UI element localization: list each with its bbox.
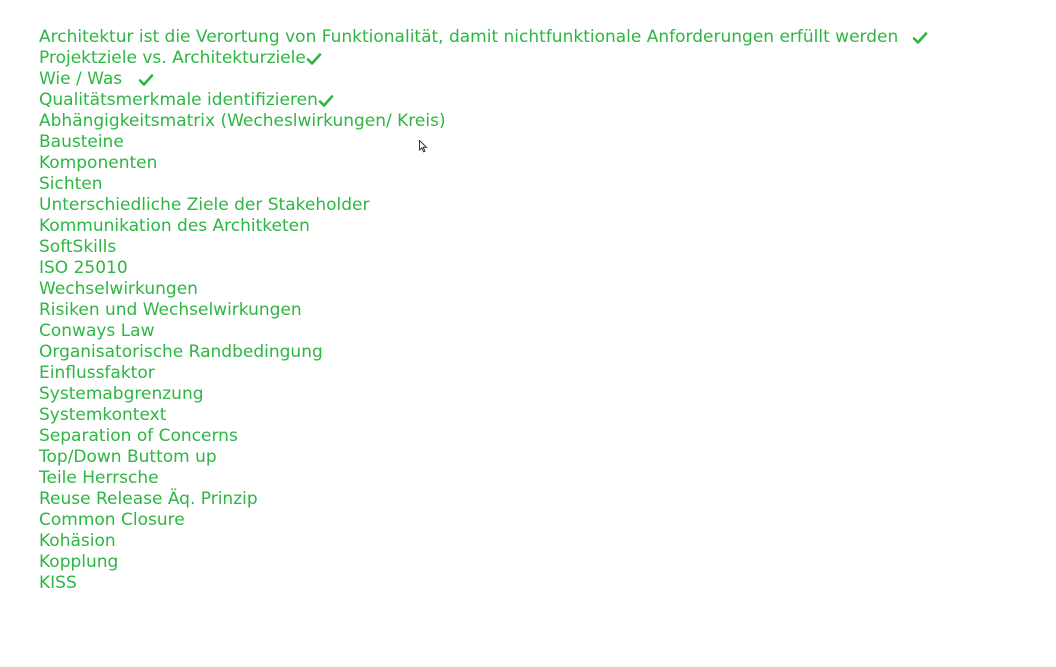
topic-item: Separation of Concerns: [39, 426, 928, 447]
topic-label: Systemkontext: [39, 405, 167, 425]
topic-item: Kopplung: [39, 552, 928, 573]
topic-item: Kommunikation des Architketen: [39, 216, 928, 237]
topic-label: KISS: [39, 573, 77, 593]
topic-item: Wechselwirkungen: [39, 279, 928, 300]
topic-label: Projektziele vs. Architekturziele: [39, 48, 306, 68]
check-icon: [138, 69, 154, 90]
topic-label: Wechselwirkungen: [39, 279, 198, 299]
topic-label: Qualitätsmerkmale identifizieren: [39, 90, 318, 110]
topic-label: Wie / Was: [39, 69, 123, 89]
topic-label: Abhängigkeitsmatrix (Wecheslwirkungen/ K…: [39, 111, 446, 131]
topic-label: Risiken und Wechselwirkungen: [39, 300, 302, 320]
topic-item: KISS: [39, 573, 928, 594]
topic-item: Bausteine: [39, 132, 928, 153]
topic-label: Conways Law: [39, 321, 155, 341]
topic-label: ISO 25010: [39, 258, 128, 278]
topic-item: Common Closure: [39, 510, 928, 531]
topic-item: Systemabgrenzung: [39, 384, 928, 405]
topic-label: Top/Down Buttom up: [39, 447, 217, 467]
topic-label: Systemabgrenzung: [39, 384, 204, 404]
check-icon: [306, 48, 322, 69]
topic-item: Teile Herrsche: [39, 468, 928, 489]
topic-item: ISO 25010: [39, 258, 928, 279]
topic-label: Komponenten: [39, 153, 158, 173]
check-icon: [318, 90, 334, 111]
topic-item: Risiken und Wechselwirkungen: [39, 300, 928, 321]
topic-item: Organisatorische Randbedingung: [39, 342, 928, 363]
topic-item: Komponenten: [39, 153, 928, 174]
topic-item: SoftSkills: [39, 237, 928, 258]
topic-label: Teile Herrsche: [39, 468, 159, 488]
topic-label: Reuse Release Äq. Prinzip: [39, 489, 258, 509]
topic-label: Kommunikation des Architketen: [39, 216, 310, 236]
document-canvas: Architektur ist die Verortung von Funkti…: [0, 0, 1056, 667]
topic-item: Projektziele vs. Architekturziele: [39, 48, 928, 69]
topic-item: Einflussfaktor: [39, 363, 928, 384]
topic-item: Sichten: [39, 174, 928, 195]
topic-item: Conways Law: [39, 321, 928, 342]
topic-label: Bausteine: [39, 132, 124, 152]
topic-label: Common Closure: [39, 510, 185, 530]
topic-label: Sichten: [39, 174, 103, 194]
topic-label: Organisatorische Randbedingung: [39, 342, 323, 362]
topic-label: Unterschiedliche Ziele der Stakeholder: [39, 195, 370, 215]
topic-label: Einflussfaktor: [39, 363, 155, 383]
topic-label: Kohäsion: [39, 531, 116, 551]
topic-item: Kohäsion: [39, 531, 928, 552]
topic-item: Qualitätsmerkmale identifizieren: [39, 90, 928, 111]
topic-label: Separation of Concerns: [39, 426, 238, 446]
topic-label: SoftSkills: [39, 237, 117, 257]
topic-label: Architektur ist die Verortung von Funkti…: [39, 27, 899, 47]
topic-item: Abhängigkeitsmatrix (Wecheslwirkungen/ K…: [39, 111, 928, 132]
topic-label: Kopplung: [39, 552, 119, 572]
topic-item: Systemkontext: [39, 405, 928, 426]
topic-item: Reuse Release Äq. Prinzip: [39, 489, 928, 510]
topic-item: Wie / Was: [39, 69, 928, 90]
topic-list: Architektur ist die Verortung von Funkti…: [39, 27, 928, 594]
topic-item: Architektur ist die Verortung von Funkti…: [39, 27, 928, 48]
topic-item: Top/Down Buttom up: [39, 447, 928, 468]
check-icon: [912, 27, 928, 48]
topic-item: Unterschiedliche Ziele der Stakeholder: [39, 195, 928, 216]
mouse-pointer-icon: [419, 140, 428, 153]
